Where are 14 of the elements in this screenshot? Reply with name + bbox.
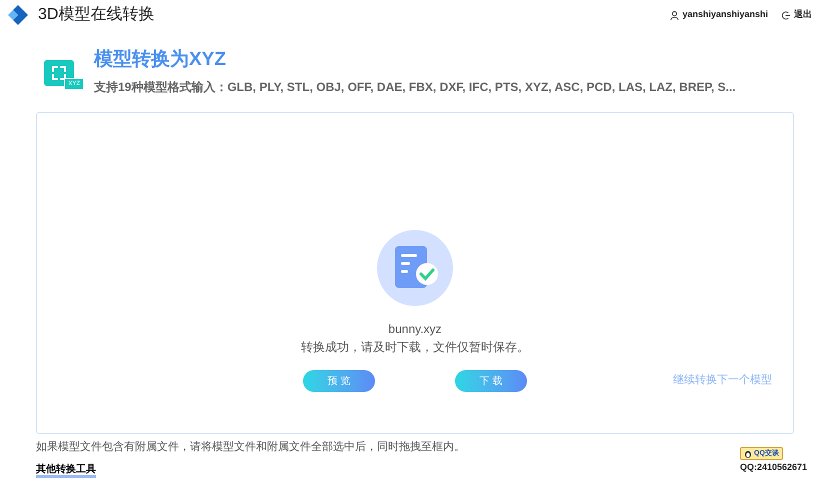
- qq-number: QQ:2410562671: [740, 461, 808, 474]
- logout-icon: [782, 10, 791, 20]
- app-title: 3D模型在线转换: [38, 4, 154, 25]
- file-name: bunny.xyz: [388, 321, 442, 337]
- penguin-icon: [744, 450, 752, 458]
- username[interactable]: yanshiyanshiyanshi: [682, 8, 768, 22]
- status-message: 转换成功，请及时下载，文件仅暂时保存。: [301, 339, 529, 356]
- attachment-note: 如果模型文件包含有附属文件，请将模型文件和附属文件全部选中后，同时拖拽至框内。: [36, 440, 465, 455]
- format-list: 支持19种模型格式输入：GLB, PLY, STL, OBJ, OFF, DAE, FBX, DXF, IFC, PTS, XYZ, ASC, PCD, LAS, LAZ, BREP, S...: [94, 78, 736, 96]
- page-heading: 模型转换为XYZ: [94, 48, 227, 72]
- logout-link[interactable]: 退出: [794, 8, 812, 22]
- other-tools-link[interactable]: 其他转换工具: [36, 464, 96, 478]
- logo-icon: [8, 5, 28, 25]
- user-icon: [670, 10, 680, 20]
